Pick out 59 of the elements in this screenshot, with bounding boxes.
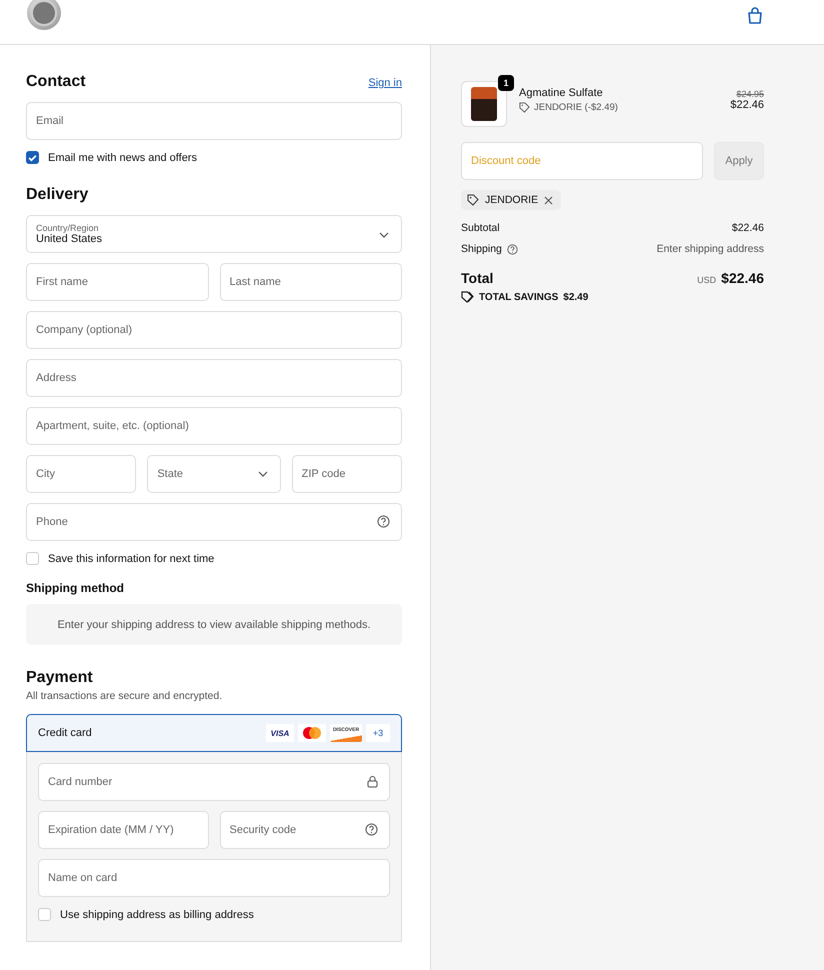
shipping-label: Shipping <box>461 243 502 255</box>
checkbox-label: Save this information for next time <box>48 552 214 564</box>
visa-logo: VISA <box>266 724 294 742</box>
apply-button[interactable]: Apply <box>714 142 764 180</box>
input-field[interactable]: Address <box>26 359 402 397</box>
payment-subtitle: All transactions are secure and encrypted. <box>26 690 224 702</box>
quantity-badge: 1 <box>498 75 514 91</box>
checkbox-label: Email me with news and offers <box>48 152 197 164</box>
total-amount: $22.46 <box>721 270 764 286</box>
original-price: $24.95 <box>736 89 764 99</box>
section-heading: Delivery <box>26 186 90 204</box>
lock-icon <box>367 775 378 788</box>
check-icon <box>28 154 37 162</box>
shipping-notice: Enter your shipping address to view available shipping methods. <box>26 604 402 645</box>
input-field[interactable]: Phone <box>26 503 402 541</box>
input-field[interactable]: Expiration date (MM / YY) <box>38 811 208 849</box>
section-heading: Contact <box>26 73 86 91</box>
checkbox[interactable] <box>26 151 39 164</box>
country-select[interactable]: Country/Region United States <box>26 215 402 253</box>
checkbox-label: Use shipping address as billing address <box>60 908 254 920</box>
currency-code: USD <box>697 275 716 285</box>
state-select[interactable]: State <box>147 455 281 493</box>
sign-in-link[interactable]: Sign in <box>368 77 402 89</box>
help-icon[interactable] <box>377 515 390 528</box>
help-icon[interactable] <box>365 823 378 836</box>
input-field[interactable]: City <box>26 455 136 493</box>
email-field[interactable]: Email <box>26 102 402 140</box>
input-field[interactable]: ZIP code <box>292 455 402 493</box>
more-cards-badge: +3 <box>366 724 390 742</box>
chevron-down-icon <box>379 232 389 238</box>
chevron-down-icon <box>258 471 268 477</box>
shipping-value: Enter shipping address <box>656 243 764 255</box>
shopping-bag-icon[interactable] <box>747 7 763 25</box>
tag-icon <box>467 194 479 206</box>
input-field[interactable]: Apartment, suite, etc. (optional) <box>26 407 402 445</box>
price: $22.46 <box>730 99 764 111</box>
tags-icon <box>461 291 474 303</box>
input-field[interactable]: Company (optional) <box>26 311 402 349</box>
product-name: Agmatine Sulfate <box>519 87 604 99</box>
store-logo-icon[interactable] <box>27 0 61 30</box>
savings-label: TOTAL SAVINGS <box>479 292 558 302</box>
subtotal-label: Subtotal <box>461 222 500 234</box>
input-field[interactable]: Card number <box>38 763 390 801</box>
total-label: Total <box>461 270 494 286</box>
input-field[interactable]: First name <box>26 263 208 301</box>
close-icon[interactable] <box>544 196 554 204</box>
product-thumbnail <box>461 81 507 127</box>
subtotal-value: $22.46 <box>732 222 764 234</box>
discount-code-field[interactable]: Discount code <box>461 142 703 180</box>
tag-icon <box>519 102 530 113</box>
input-field[interactable]: Last name <box>220 263 402 301</box>
section-heading: Payment <box>26 669 94 687</box>
discount-label: JENDORIE (-$2.49) <box>534 102 618 113</box>
discount-code: JENDORIE <box>485 194 538 206</box>
input-field[interactable]: Name on card <box>38 859 390 897</box>
help-icon[interactable] <box>506 244 518 254</box>
input-field[interactable]: Security code <box>220 811 390 849</box>
savings-amount: $2.49 <box>563 292 588 302</box>
section-heading: Shipping method <box>26 581 125 595</box>
